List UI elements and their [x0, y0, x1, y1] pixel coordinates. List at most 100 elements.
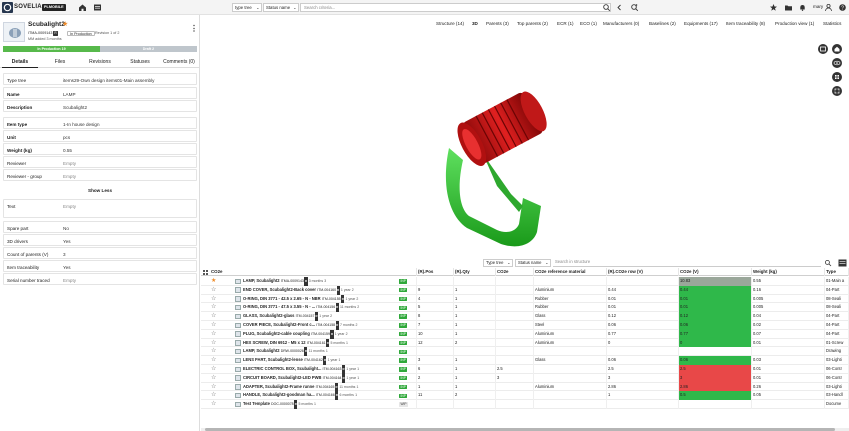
row-id[interactable]: ITM-004165 — [316, 385, 335, 389]
advanced-search-icon[interactable] — [630, 3, 639, 12]
row-star-icon[interactable]: ☆ — [211, 303, 216, 312]
table-row[interactable]: ☆ ADAPTER, Scubalight2-Frame runne ITM-00… — [201, 382, 849, 392]
table-row[interactable]: ☆ GLASS, Scubalight2-glass ITM-004157R 1 … — [201, 312, 849, 321]
column-header-weight[interactable]: Weight (kg) — [752, 268, 825, 276]
row-name[interactable]: LAMP, Scubalight2 — [243, 278, 280, 283]
table-row[interactable]: ☆ HANDLE, Scubalight2-goodman ha... ITM-0… — [201, 391, 849, 401]
column-header-co2e[interactable]: CO2e — [496, 268, 534, 276]
tab-comments[interactable]: Comments (0) — [160, 57, 198, 68]
tab-eco[interactable]: ECO (1) — [580, 21, 597, 26]
row-star-icon[interactable]: ☆ — [211, 347, 216, 356]
tab-details[interactable]: Details — [2, 57, 38, 68]
row-id[interactable]: ITM-004158 — [316, 323, 335, 327]
settings-grid-icon[interactable] — [832, 72, 842, 82]
column-header-co2e-row[interactable]: (R).CO2e row (V) — [607, 268, 679, 276]
table-row[interactable]: ☆ PLUG, Scubalight2-cable coupling ITM-00… — [201, 329, 849, 339]
table-row[interactable]: ☆ CIRCUIT BOARD, Scubalight2-LED PWB ITM-… — [201, 373, 849, 383]
row-star-icon[interactable]: ☆ — [211, 400, 216, 409]
row-star-icon[interactable]: ☆ — [211, 365, 216, 374]
list-icon[interactable] — [93, 3, 102, 12]
column-header-co2e-v[interactable]: CO2e (V) — [679, 268, 752, 276]
item-thumbnail[interactable] — [3, 22, 25, 42]
row-star-icon[interactable]: ☆ — [211, 330, 216, 339]
row-name[interactable]: Test Template — [243, 401, 270, 406]
row-name[interactable]: PLUG, Scubalight2-cable coupling — [243, 331, 310, 336]
row-name[interactable]: O-RING, DIN 3771 - 47.5 x 3.55 - N - ... — [243, 304, 315, 309]
row-id[interactable]: ITM-004161 — [307, 341, 326, 345]
folder-icon[interactable] — [784, 3, 793, 12]
notifications-bell-icon[interactable] — [798, 3, 807, 12]
table-row[interactable]: ☆ LENS PART, Scubalight2-lense ITM-004162… — [201, 356, 849, 365]
export-excel-icon[interactable] — [838, 259, 847, 267]
column-header-reference-material[interactable]: CO2e reference material — [534, 268, 607, 276]
row-id[interactable]: ITM-004162 — [304, 358, 323, 362]
row-name[interactable]: LENS PART, Scubalight2-lense — [243, 357, 303, 362]
back-arrow-icon[interactable] — [615, 3, 624, 12]
tab-statuses[interactable]: Statuses — [122, 57, 158, 68]
row-id[interactable]: ITM-004159 — [311, 332, 330, 336]
text-field[interactable]: Empty — [63, 204, 76, 209]
home-view-icon[interactable] — [832, 44, 842, 54]
table-row[interactable]: ★ LAMP, Scubalight2 ITMA-0009143R 3 month… — [201, 277, 849, 286]
row-id[interactable]: ITM-004166 — [316, 393, 335, 397]
row-name[interactable]: ELECTRIC CONTROL BOX, Scubalight... — [243, 366, 321, 371]
tab-manufacturers[interactable]: Manufacturers (0) — [603, 21, 639, 26]
3d-model-render[interactable] — [201, 36, 849, 258]
tab-3d[interactable]: 3D — [472, 21, 478, 26]
revision-label[interactable]: Revision 1 of 2 — [95, 31, 119, 36]
row-star-icon[interactable]: ☆ — [211, 339, 216, 348]
tab-production-view[interactable]: Production view (1) — [775, 21, 814, 26]
column-header-co2e-name[interactable]: CO2e — [210, 268, 417, 276]
visibility-eye-icon[interactable] — [832, 58, 842, 68]
row-id[interactable]: ITM-004156 — [316, 305, 335, 309]
row-star-icon[interactable]: ☆ — [211, 321, 216, 330]
user-name[interactable]: mary — [813, 4, 823, 9]
home-icon[interactable] — [78, 3, 87, 12]
top-search-input[interactable]: Search criteria... — [300, 3, 611, 12]
row-name[interactable]: HEX SCREW, DIN 6912 - M5 x 12 — [243, 340, 306, 345]
table-row[interactable]: ☆ O-RING, DIN 3771 - 47.5 x 3.55 - N - ..… — [201, 303, 849, 313]
row-id[interactable]: ITM-004164 — [323, 376, 342, 380]
row-name[interactable]: CIRCUIT BOARD, Scubalight2-LED PWB — [243, 375, 321, 380]
tab-files[interactable]: Files — [42, 57, 78, 68]
table-row[interactable]: ☆ LAMP, Scubalight2 DRW-0000026R 11 month… — [201, 347, 849, 357]
row-star-icon[interactable]: ★ — [211, 277, 216, 286]
tab-top-parents[interactable]: Top parents (2) — [517, 21, 548, 26]
row-id[interactable]: ITM-004157 — [296, 314, 315, 318]
table-row[interactable]: ☆ Test Template DOC-0000078R 5 months 1 WI… — [201, 400, 849, 409]
row-name[interactable]: O-RING, DIN 3771 - 42.5 x 2.65 - N - NBR — [243, 296, 321, 301]
user-icon[interactable] — [824, 3, 833, 12]
table-row[interactable]: ☆ END COVER, Scubalight2-Back cover ITM-0… — [201, 285, 849, 295]
row-id[interactable]: ITMA-0009143 — [281, 279, 304, 283]
favorites-star-icon[interactable] — [769, 3, 778, 12]
row-name[interactable]: END COVER, Scubalight2-Back cover — [243, 287, 316, 292]
tab-revisions[interactable]: Revisions — [82, 57, 118, 68]
tab-item-traceability[interactable]: Item traceability (8) — [726, 21, 765, 26]
row-id[interactable]: ITM-004163 — [323, 367, 342, 371]
tab-baselines[interactable]: Baselines (2) — [649, 21, 676, 26]
tab-equipments[interactable]: Equipments (17) — [684, 21, 718, 26]
help-icon[interactable]: ? — [838, 3, 847, 12]
search-icon[interactable] — [602, 3, 611, 12]
tab-structure[interactable]: Structure (14) — [436, 21, 464, 26]
table-row[interactable]: ☆ HEX SCREW, DIN 6912 - M5 x 12 ITM-00416… — [201, 338, 849, 348]
column-header-qty[interactable]: (R).Qty — [454, 268, 496, 276]
tab-ecr[interactable]: ECR (1) — [557, 21, 574, 26]
row-star-icon[interactable]: ☆ — [211, 374, 216, 383]
row-name[interactable]: ADAPTER, Scubalight2-Frame runne — [243, 384, 314, 389]
show-less-button[interactable]: Show Less — [3, 188, 197, 193]
row-star-icon[interactable]: ☆ — [211, 356, 216, 365]
row-name[interactable]: COVER PIECE, Scubalight2-Front c... — [243, 322, 315, 327]
structure-search-icon[interactable] — [824, 259, 832, 267]
row-name[interactable]: LAMP, Scubalight2 — [243, 348, 280, 353]
row-star-icon[interactable]: ☆ — [211, 286, 216, 295]
view-mode-icon[interactable] — [818, 44, 828, 54]
type-tree-dropdown[interactable]: type tree ⌄ — [232, 3, 262, 12]
row-star-icon[interactable]: ☆ — [211, 295, 216, 304]
structure-status-dropdown[interactable]: Status name ⌄ — [515, 258, 551, 267]
table-row[interactable]: ☆ O-RING, DIN 3771 - 42.5 x 2.65 - N - NB… — [201, 294, 849, 304]
3d-viewer[interactable] — [201, 36, 849, 268]
row-id[interactable]: DOC-0000078 — [271, 402, 294, 406]
row-id[interactable]: DRW-0000026 — [281, 349, 304, 353]
row-id[interactable]: ITM-004155 — [322, 297, 341, 301]
